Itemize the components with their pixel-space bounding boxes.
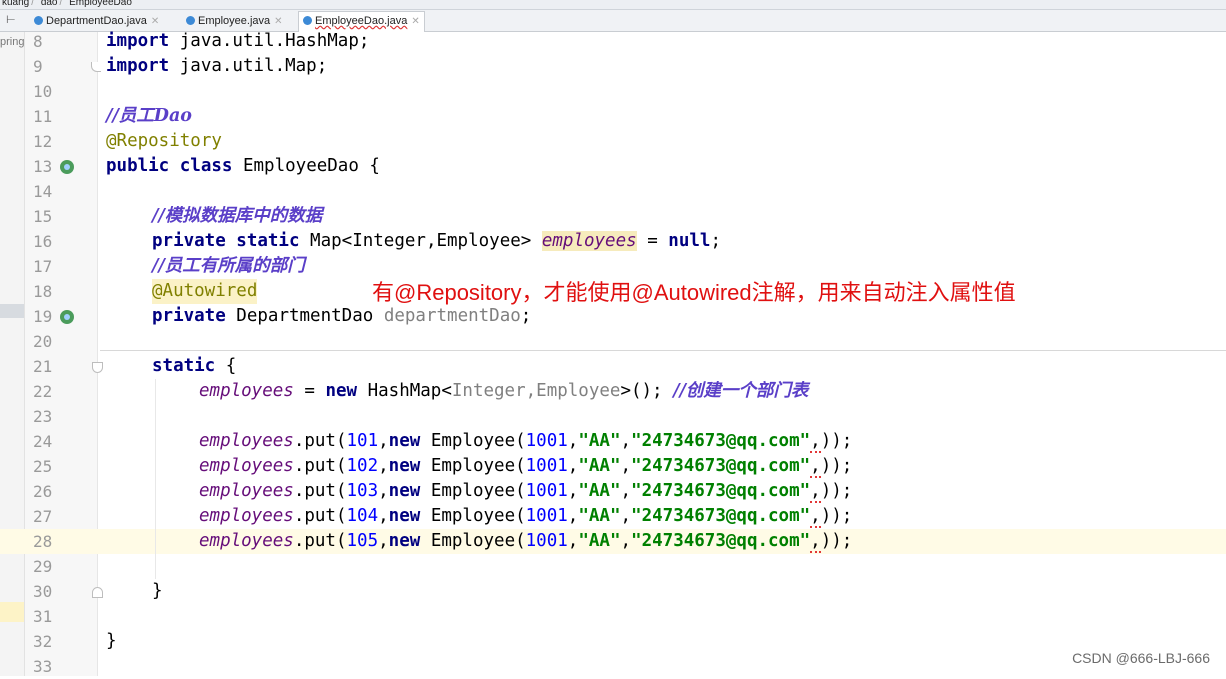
line-number: 20	[33, 332, 53, 351]
code-line[interactable]: 12 @Repository	[0, 129, 1226, 154]
autowired-dependency-icon[interactable]	[60, 310, 74, 324]
put-statement: employees.put(105,new Employee(1001,"AA"…	[199, 531, 853, 553]
syntax-error-marker: ,	[810, 481, 821, 503]
code-line[interactable]: 29	[0, 554, 1226, 579]
line-number: 8	[33, 32, 43, 51]
fold-marker-icon[interactable]	[92, 587, 103, 598]
line-number: 30	[33, 582, 53, 601]
code-comment: //模拟数据库中的数据	[152, 206, 323, 226]
line-number: 26	[33, 482, 53, 501]
syntax-error-marker: ,	[810, 431, 821, 453]
put-statement: employees.put(104,new Employee(1001,"AA"…	[199, 506, 853, 528]
close-icon[interactable]: ✕	[411, 16, 419, 27]
code-line[interactable]: 25 employees.put(102,new Employee(1001,"A…	[0, 454, 1226, 479]
syntax-error-marker: ,	[810, 506, 821, 528]
code-line[interactable]: 15 //模拟数据库中的数据	[0, 204, 1226, 229]
line-number: 25	[33, 457, 53, 476]
code-line[interactable]: 16 private static Map<Integer,Employee> …	[0, 229, 1226, 254]
syntax-error-marker: ,	[810, 456, 821, 478]
code-line[interactable]: 10	[0, 79, 1226, 104]
code-line[interactable]: 28 employees.put(105,new Employee(1001,"A…	[0, 529, 1226, 554]
spring-bean-icon[interactable]	[60, 160, 74, 174]
line-number: 29	[33, 557, 53, 576]
line-number: 18	[33, 282, 53, 301]
line-number: 12	[33, 132, 53, 151]
syntax-error-marker: ,	[810, 531, 821, 553]
put-statement: employees.put(101,new Employee(1001,"AA"…	[199, 431, 853, 453]
tab-label: DepartmentDao.java	[46, 15, 147, 27]
watermark: CSDN @666-LBJ-666	[1072, 650, 1210, 666]
annotation-repository: @Repository	[106, 131, 222, 151]
code-line[interactable]: 26 employees.put(103,new Employee(1001,"A…	[0, 479, 1226, 504]
line-number: 28	[33, 532, 53, 551]
breadcrumb: kuang / dao / EmployeeDao	[0, 0, 1226, 10]
code-comment: //员工Dao	[106, 106, 192, 126]
tab-label: Employee.java	[198, 15, 271, 27]
line-number: 32	[33, 632, 53, 651]
code-line[interactable]: 9 import java.util.Map;	[0, 54, 1226, 79]
line-number: 16	[33, 232, 53, 251]
line-number: 33	[33, 657, 53, 676]
fold-marker-icon[interactable]	[91, 62, 101, 72]
code-line[interactable]: 27 employees.put(104,new Employee(1001,"A…	[0, 504, 1226, 529]
line-number: 27	[33, 507, 53, 526]
code-line[interactable]: 23	[0, 404, 1226, 429]
line-number: 22	[33, 382, 53, 401]
breadcrumb-item[interactable]: kuang	[2, 0, 29, 8]
put-statement: employees.put(102,new Employee(1001,"AA"…	[199, 456, 853, 478]
line-number: 24	[33, 432, 53, 451]
close-icon[interactable]: ✕	[151, 16, 159, 27]
annotation-autowired: @Autowired	[152, 279, 258, 304]
line-number: 14	[33, 182, 53, 201]
annotation-note: 有@Repository，才能使用@Autowired注解，用来自动注入属性值	[372, 280, 1016, 305]
close-icon[interactable]: ✕	[274, 16, 282, 27]
line-number: 17	[33, 257, 53, 276]
code-line[interactable]: 31	[0, 604, 1226, 629]
line-number: 10	[33, 82, 53, 101]
line-number: 23	[33, 407, 53, 426]
code-line[interactable]: 14	[0, 179, 1226, 204]
line-number: 21	[33, 357, 53, 376]
code-line[interactable]: 19 private DepartmentDao departmentDao;	[0, 304, 1226, 329]
code-line[interactable]: 24 employees.put(101,new Employee(1001,"A…	[0, 429, 1226, 454]
method-separator	[100, 350, 1226, 351]
java-class-icon	[186, 16, 195, 25]
code-line[interactable]: 32 }	[0, 629, 1226, 654]
line-number: 15	[33, 207, 53, 226]
code-line[interactable]: 11 //员工Dao	[0, 104, 1226, 129]
put-statement: employees.put(103,new Employee(1001,"AA"…	[199, 481, 853, 503]
breadcrumb-item[interactable]: dao	[41, 0, 58, 8]
code-line[interactable]: 8 import java.util.HashMap;	[0, 29, 1226, 54]
line-number: 19	[33, 307, 53, 326]
java-class-icon	[303, 16, 312, 25]
tab-label: EmployeeDao.java	[315, 15, 408, 27]
tab-departmentdao[interactable]: DepartmentDao.java ✕	[30, 12, 163, 30]
line-number: 11	[33, 107, 53, 126]
code-line[interactable]: 21 static {	[0, 354, 1226, 379]
code-line[interactable]: 22 employees = new HashMap<Integer,Emplo…	[0, 379, 1226, 404]
code-line[interactable]: 13 public class EmployeeDao {	[0, 154, 1226, 179]
java-class-icon	[34, 16, 43, 25]
code-comment: //员工有所属的部门	[152, 256, 305, 276]
structure-toggle-icon[interactable]: ⊢	[6, 13, 16, 26]
line-number: 13	[33, 157, 53, 176]
tab-employee[interactable]: Employee.java ✕	[182, 12, 287, 30]
line-number: 9	[33, 57, 43, 76]
indent-guide	[155, 379, 156, 579]
fold-marker-icon[interactable]	[92, 362, 103, 373]
code-line[interactable]: 30 }	[0, 579, 1226, 604]
breadcrumb-item[interactable]: EmployeeDao	[69, 0, 132, 8]
code-line[interactable]: 33	[0, 654, 1226, 679]
line-number: 31	[33, 607, 53, 626]
